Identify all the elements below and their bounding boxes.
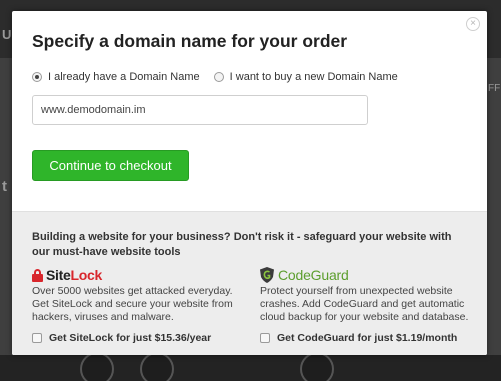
domain-modal: × Specify a domain name for your order I…: [12, 11, 487, 355]
sitelock-checkbox[interactable]: [32, 333, 42, 343]
background-right-strip: [487, 58, 501, 355]
modal-title: Specify a domain name for your order: [32, 31, 348, 51]
radio-buy-domain-label: I want to buy a new Domain Name: [229, 71, 398, 83]
lock-icon: [32, 268, 43, 282]
background-left-strip: [0, 58, 12, 355]
radio-buy-domain[interactable]: I want to buy a new Domain Name: [213, 71, 398, 83]
promo-section: Building a website for your business? Do…: [12, 211, 487, 355]
background-text: FF: [488, 83, 501, 94]
codeguard-description: Protect yourself from unexpected website…: [260, 285, 469, 323]
sitelock-description: Over 5000 websites get attacked everyday…: [32, 285, 233, 323]
codeguard-checkbox-row[interactable]: Get CodeGuard for just $1.19/month: [260, 332, 457, 344]
background-circle-icon: [80, 352, 114, 381]
codeguard-checkbox[interactable]: [260, 333, 270, 343]
domain-choice-group: I already have a Domain Name I want to b…: [32, 71, 412, 83]
domain-input[interactable]: [32, 95, 368, 125]
sitelock-checkbox-label: Get SiteLock for just $15.36/year: [49, 332, 212, 344]
promo-heading: Building a website for your business? Do…: [32, 231, 452, 258]
continue-to-checkout-button[interactable]: Continue to checkout: [32, 150, 189, 181]
radio-have-domain-label: I already have a Domain Name: [48, 71, 200, 83]
sitelock-logo: SiteLock: [32, 267, 102, 283]
codeguard-logo-text: CodeGuard: [278, 267, 349, 283]
radio-have-domain-control[interactable]: [32, 72, 42, 82]
codeguard-logo: CodeGuard: [260, 267, 349, 283]
close-icon[interactable]: ×: [466, 17, 480, 31]
sitelock-logo-text: SiteLock: [46, 267, 102, 283]
radio-buy-domain-control[interactable]: [213, 72, 224, 82]
background-glyph: U: [2, 27, 12, 42]
radio-have-domain[interactable]: I already have a Domain Name: [32, 71, 200, 83]
codeguard-checkbox-label: Get CodeGuard for just $1.19/month: [277, 332, 458, 344]
sitelock-checkbox-row[interactable]: Get SiteLock for just $15.36/year: [32, 332, 211, 344]
background-circle-icon: [140, 352, 174, 381]
background-footer: [0, 355, 501, 381]
shield-icon: [260, 267, 274, 283]
background-circle-icon: [300, 352, 334, 381]
background-glyph: t: [2, 178, 7, 195]
